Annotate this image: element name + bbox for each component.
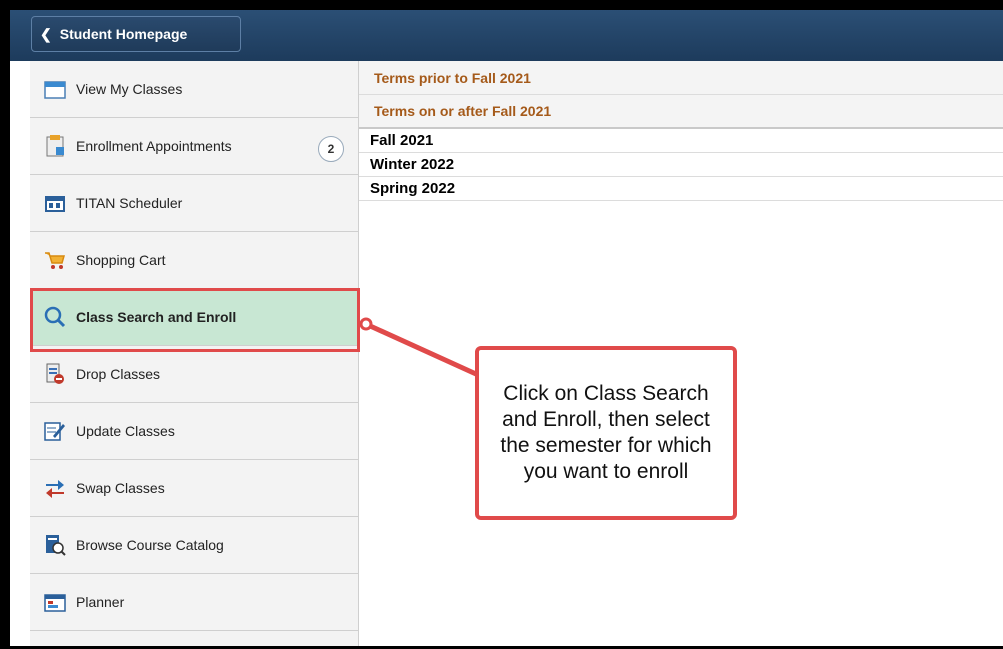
sidebar-item-label: Update Classes	[76, 423, 175, 439]
sidebar-item-view-my-classes[interactable]: View My Classes	[30, 61, 358, 118]
term-row-fall-2021[interactable]: Fall 2021	[359, 129, 1003, 153]
instruction-callout: Click on Class Search and Enroll, then s…	[475, 346, 737, 520]
edit-icon	[44, 420, 66, 442]
term-row-winter-2022[interactable]: Winter 2022	[359, 153, 1003, 177]
sidebar-item-drop-classes[interactable]: Drop Classes	[30, 346, 358, 403]
chevron-left-icon: ❮	[40, 25, 52, 42]
catalog-icon	[44, 534, 66, 556]
sidebar-item-label: View My Classes	[76, 81, 183, 97]
sidebar-item-class-search-and-enroll[interactable]: Class Search and Enroll	[30, 289, 358, 346]
scheduler-icon	[44, 192, 66, 214]
terms-prior-header[interactable]: Terms prior to Fall 2021	[359, 61, 1003, 95]
appointment-icon	[44, 135, 66, 157]
drop-icon	[44, 363, 66, 385]
sidebar-item-titan-scheduler[interactable]: TITAN Scheduler	[30, 175, 358, 232]
term-row-spring-2022[interactable]: Spring 2022	[359, 177, 1003, 201]
sidebar-item-label: Enrollment Appointments	[76, 138, 232, 154]
sidebar-item-label: Class Search and Enroll	[76, 309, 237, 325]
sidebar-item-label: Drop Classes	[76, 366, 161, 382]
student-homepage-button[interactable]: ❮ Student Homepage	[31, 16, 241, 52]
swap-icon	[44, 477, 66, 499]
sidebar-item-update-classes[interactable]: Update Classes	[30, 403, 358, 460]
sidebar-item-label: Swap Classes	[76, 480, 165, 496]
sidebar-item-label: Shopping Cart	[76, 252, 166, 268]
app-frame: ❮ Student Homepage View My Classes Enrol…	[10, 10, 1003, 646]
sidebar-item-label: Browse Course Catalog	[76, 537, 224, 553]
terms-after-header[interactable]: Terms on or after Fall 2021	[359, 95, 1003, 129]
sidebar-item-shopping-cart[interactable]: Shopping Cart	[30, 232, 358, 289]
cart-icon	[44, 249, 66, 271]
sidebar: View My Classes Enrollment Appointments …	[30, 61, 359, 646]
sidebar-item-browse-course-catalog[interactable]: Browse Course Catalog	[30, 517, 358, 574]
calendar-icon	[44, 78, 66, 100]
student-homepage-label: Student Homepage	[59, 26, 188, 42]
sidebar-item-enrollment-appointments[interactable]: Enrollment Appointments 2	[30, 118, 358, 175]
planner-icon	[44, 591, 66, 613]
top-navigation-bar: ❮ Student Homepage	[10, 10, 1003, 61]
count-badge: 2	[318, 136, 344, 162]
search-icon	[44, 306, 66, 328]
sidebar-item-label: Planner	[76, 594, 125, 610]
sidebar-item-label: TITAN Scheduler	[76, 195, 183, 211]
sidebar-item-swap-classes[interactable]: Swap Classes	[30, 460, 358, 517]
callout-text: Click on Class Search and Enroll, then s…	[500, 382, 712, 483]
sidebar-item-planner[interactable]: Planner	[30, 574, 358, 631]
